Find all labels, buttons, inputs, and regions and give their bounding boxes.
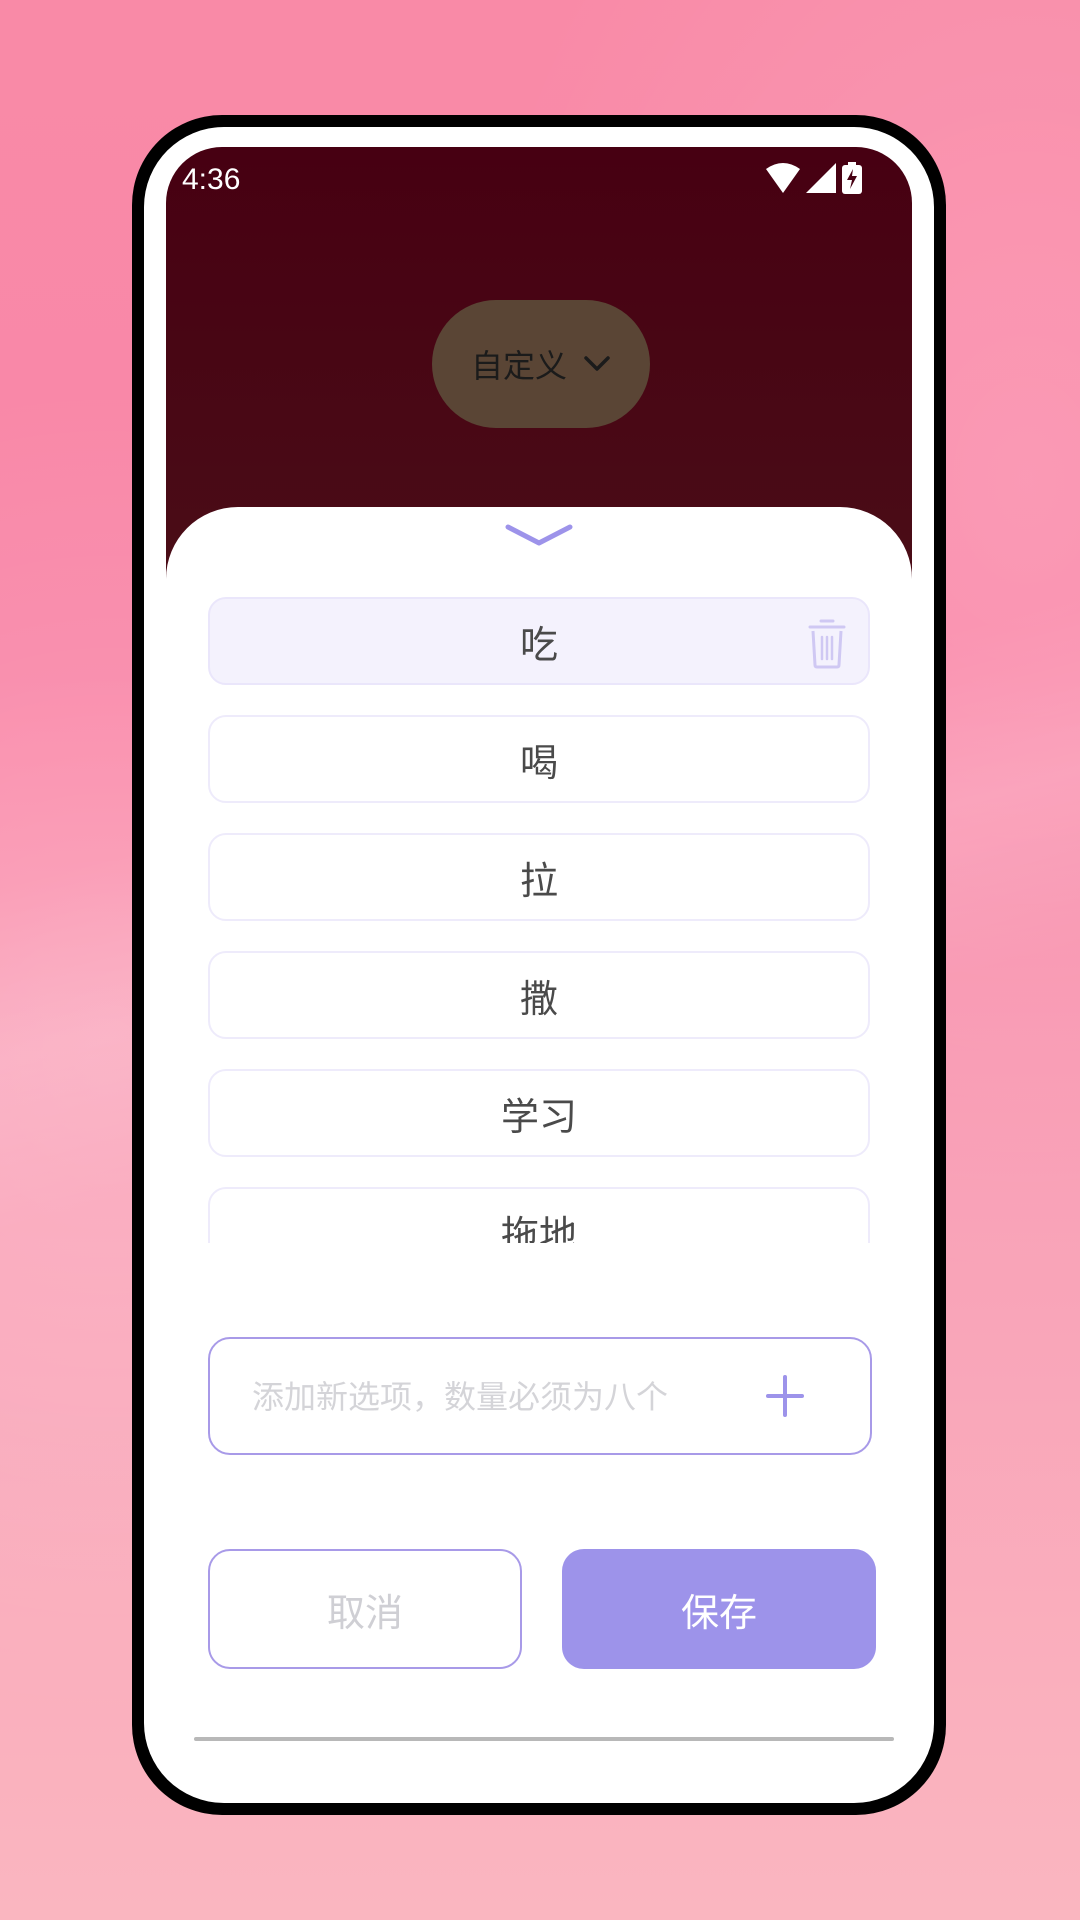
home-indicator	[194, 1737, 894, 1741]
trash-icon[interactable]	[808, 617, 846, 669]
option-label: 学习	[500, 1094, 577, 1139]
chevron-down-icon	[584, 356, 610, 371]
add-option-input[interactable]	[250, 1339, 724, 1455]
phone-bezel: 4:36 自定义 吃 喝 拉 撒 学习 拖地 添加新选项，数量必须为八个 取消 …	[144, 127, 934, 1803]
wifi-icon	[766, 163, 800, 193]
status-icons	[766, 161, 862, 195]
mode-selector-button[interactable]: 自定义	[432, 300, 650, 428]
add-option-field	[208, 1337, 872, 1455]
option-label: 拖地	[500, 1212, 577, 1244]
plus-icon[interactable]	[766, 1375, 804, 1417]
option-label: 拉	[519, 858, 558, 903]
option-label: 喝	[519, 740, 558, 785]
app-screen: 4:36 自定义 吃 喝 拉 撒 学习 拖地 添加新选项，数量必须为八个 取消 …	[166, 147, 912, 1777]
battery-charging-icon	[842, 162, 862, 194]
mode-selector-label: 自定义	[470, 347, 567, 385]
list-item-option-5[interactable]: 学习	[208, 1069, 870, 1157]
cancel-button[interactable]: 取消	[208, 1549, 522, 1669]
option-label: 撒	[519, 976, 558, 1021]
list-item-option-2[interactable]: 喝	[208, 715, 870, 803]
options-sheet: 吃 喝 拉 撒 学习 拖地 添加新选项，数量必须为八个 取消 保存	[166, 507, 912, 1777]
signal-icon	[806, 163, 836, 193]
list-item-option-3[interactable]: 拉	[208, 833, 870, 921]
list-item-option-1[interactable]: 吃	[208, 597, 870, 685]
status-time: 4:36	[182, 163, 241, 196]
list-item-option-4[interactable]: 撒	[208, 951, 870, 1039]
save-button[interactable]: 保存	[562, 1549, 876, 1669]
phone-frame: 4:36 自定义 吃 喝 拉 撒 学习 拖地 添加新选项，数量必须为八个 取消 …	[132, 115, 946, 1815]
collapse-sheet-icon[interactable]	[504, 521, 574, 551]
list-item-option-6[interactable]: 拖地	[208, 1187, 870, 1243]
option-label: 吃	[519, 622, 558, 667]
options-list[interactable]: 吃 喝 拉 撒 学习 拖地	[208, 597, 872, 1243]
